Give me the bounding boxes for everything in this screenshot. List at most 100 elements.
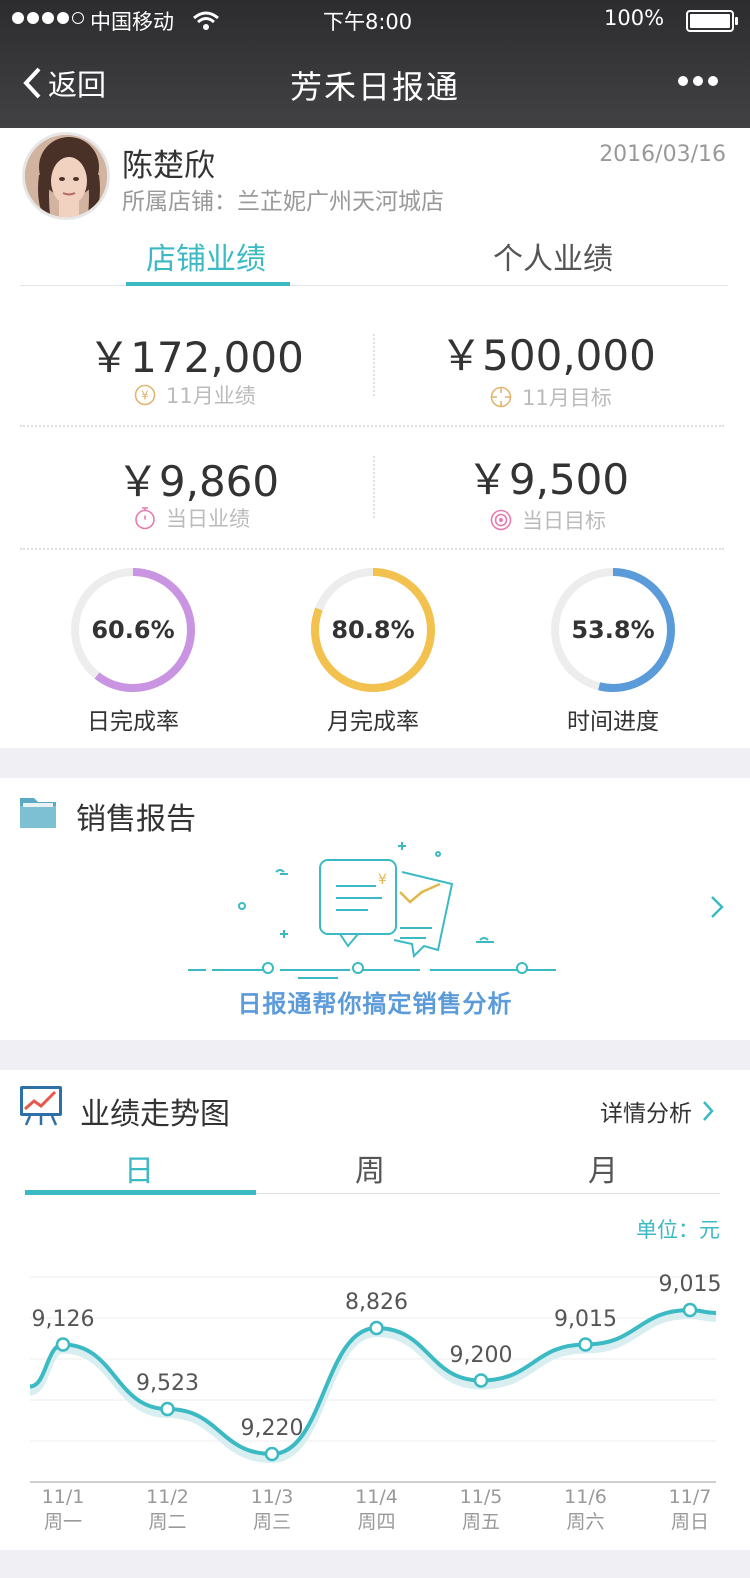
month-sales-text: 11月业绩 [166, 384, 256, 408]
data-point[interactable] [55, 1337, 71, 1352]
divider [20, 548, 724, 550]
x-axis-tick-label: 11/3 周三 [232, 1485, 312, 1535]
monthly-completion-label: 月完成率 [327, 709, 419, 735]
svg-text:¥: ¥ [141, 389, 149, 403]
data-point[interactable] [473, 1373, 489, 1388]
x-tick-day: 周四 [357, 1511, 396, 1533]
back-button[interactable]: 返回 [22, 62, 106, 104]
month-target-amount: ￥500,000 [440, 331, 656, 380]
x-tick-day: 周二 [148, 1511, 187, 1533]
folder-icon [20, 798, 56, 828]
sales-report-banner: 日报通帮你搞定销售分析 [237, 990, 513, 1018]
day-sales-label: 当日业绩 [134, 503, 250, 533]
x-tick-date: 11/6 [564, 1486, 607, 1508]
x-tick-day: 周一 [43, 1511, 82, 1533]
unit-label: 单位：元 [636, 1218, 720, 1242]
top-bar: 中国移动 下午8:00 100% 返回 芳禾日报通 [0, 0, 750, 128]
divider [20, 425, 724, 427]
divider [373, 334, 375, 396]
data-point[interactable] [369, 1320, 384, 1336]
clock-label: 下午8:00 [323, 10, 413, 34]
x-tick-date: 11/4 [355, 1486, 398, 1508]
x-tick-day: 周日 [670, 1511, 709, 1533]
report-date: 2016/03/16 [599, 142, 726, 167]
x-tick-date: 11/2 [146, 1486, 189, 1508]
data-label: 9,126 [31, 1306, 95, 1332]
tab-day[interactable]: 日 [109, 1146, 169, 1190]
more-button[interactable] [678, 76, 718, 86]
back-label: 返回 [48, 68, 107, 102]
chevron-left-icon [23, 67, 41, 99]
data-point[interactable] [160, 1401, 175, 1417]
monthly-completion-ring: 80.8% [308, 565, 438, 695]
data-point[interactable] [578, 1337, 593, 1352]
x-tick-day: 周六 [566, 1511, 605, 1533]
x-tick-date: 11/7 [668, 1486, 712, 1508]
detail-analysis-link[interactable]: 详情分析 [600, 1094, 714, 1128]
x-axis-tick-label: 11/5 周五 [441, 1485, 521, 1535]
divider [373, 456, 375, 518]
period-tab-indicator [25, 1190, 256, 1195]
detail-analysis-label: 详情分析 [600, 1101, 692, 1127]
data-label: 9,200 [449, 1342, 513, 1368]
month-target-text: 11月目标 [522, 386, 612, 410]
stopwatch-icon [135, 507, 155, 530]
store-name: 所属店铺：兰芷妮广州天河城店 [122, 189, 444, 215]
time-progress-ring: 53.8% [548, 565, 678, 695]
tab-personal-performance[interactable]: 个人业绩 [493, 234, 613, 278]
day-target-text: 当日目标 [522, 509, 606, 533]
carrier-label: 中国移动 [90, 10, 174, 34]
yuan-coin-icon: ¥ [134, 384, 156, 406]
data-label: 9,220 [240, 1416, 304, 1441]
battery-icon [686, 10, 738, 32]
wifi-icon [193, 11, 219, 30]
time-progress-value: 53.8% [571, 616, 655, 644]
x-tick-day: 周五 [461, 1511, 500, 1533]
chevron-right-icon [711, 896, 724, 918]
x-axis-tick-label: 11/4 周四 [337, 1485, 417, 1535]
monthly-completion-value: 80.8% [331, 616, 415, 644]
data-point[interactable] [264, 1446, 280, 1462]
trend-title: 业绩走势图 [80, 1097, 230, 1132]
data-label: 9,015 [658, 1272, 722, 1297]
tab-indicator [126, 282, 290, 286]
avatar[interactable] [22, 132, 110, 220]
time-progress-label: 时间进度 [567, 709, 659, 735]
x-axis-tick-label: 11/1 周一 [23, 1485, 103, 1535]
sales-report-chevron[interactable] [710, 892, 724, 927]
day-target-label: 当日目标 [490, 505, 606, 535]
tab-week[interactable]: 周 [340, 1146, 400, 1190]
svg-text:¥: ¥ [378, 872, 387, 888]
chevron-right-icon [703, 1101, 714, 1121]
daily-completion-value: 60.6% [91, 616, 175, 644]
user-name: 陈楚欣 [122, 148, 215, 184]
tab-month[interactable]: 月 [573, 1146, 633, 1190]
month-sales-label: ¥ 11月业绩 [134, 380, 256, 410]
daily-completion-ring: 60.6% [68, 565, 198, 695]
trend-chart-icon [20, 1086, 62, 1126]
day-target-amount: ￥9,500 [466, 455, 630, 504]
x-axis-tick-label: 11/6 周六 [546, 1485, 626, 1535]
day-sales-text: 当日业绩 [166, 507, 250, 531]
sales-report-title: 销售报告 [76, 802, 196, 837]
x-tick-day: 周三 [252, 1511, 291, 1533]
target-crosshair-icon [490, 386, 512, 408]
month-target-label: 11月目标 [490, 382, 612, 412]
x-tick-date: 11/1 [41, 1486, 85, 1508]
x-tick-date: 11/3 [250, 1486, 294, 1508]
x-axis-tick-label: 11/7 周日 [650, 1485, 730, 1535]
battery-label: 100% [604, 6, 665, 30]
month-sales-amount: ￥172,000 [88, 333, 304, 382]
data-label: 8,826 [345, 1290, 408, 1315]
data-label: 9,523 [136, 1371, 199, 1396]
bullseye-icon [490, 509, 512, 531]
data-point[interactable] [682, 1302, 698, 1318]
tab-store-performance[interactable]: 店铺业绩 [146, 234, 266, 278]
page-title: 芳禾日报通 [289, 68, 460, 106]
signal-icon [12, 12, 84, 24]
daily-completion-label: 日完成率 [87, 709, 179, 735]
day-sales-amount: ￥9,860 [116, 457, 280, 506]
data-label: 9,015 [554, 1306, 617, 1332]
x-tick-date: 11/5 [459, 1486, 503, 1508]
x-axis-tick-label: 11/2 周二 [128, 1485, 208, 1535]
